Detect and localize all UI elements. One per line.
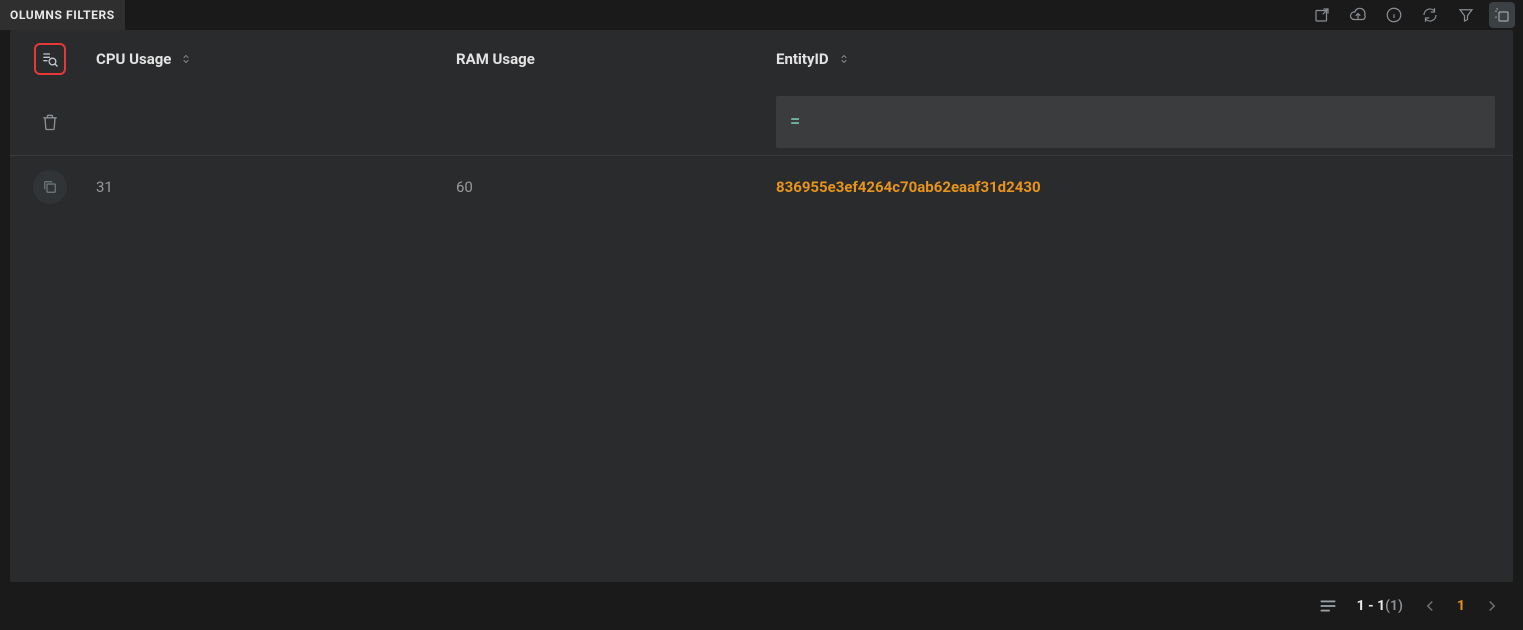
pagination-range: 1 - 1(1): [1357, 598, 1403, 614]
tab-columns-filters[interactable]: OLUMNS FILTERS: [0, 0, 126, 30]
data-table: CPU Usage RAM Usage EntityID =: [10, 30, 1513, 582]
table-row: 31 60 836955e3ef4264c70ab62eaaf31d2430: [10, 156, 1513, 218]
pagination-range-text: 1 - 1: [1357, 598, 1386, 614]
sort-icon: [837, 52, 851, 66]
cloud-upload-icon[interactable]: [1345, 2, 1371, 28]
column-header-cpu-usage[interactable]: CPU Usage: [90, 50, 450, 68]
next-page-button[interactable]: [1483, 597, 1501, 615]
cell-entity-id-link[interactable]: 836955e3ef4264c70ab62eaaf31d2430: [770, 178, 1513, 196]
current-page: 1: [1457, 598, 1465, 614]
column-header-label: CPU Usage: [96, 50, 171, 68]
cell-cpu-usage: 31: [90, 178, 450, 196]
refresh-icon[interactable]: [1417, 2, 1443, 28]
clear-filters-button[interactable]: [40, 112, 60, 132]
filter-icon[interactable]: [1453, 2, 1479, 28]
column-header-entity-id[interactable]: EntityID: [770, 50, 1513, 68]
column-header-ram-usage[interactable]: RAM Usage: [450, 50, 770, 68]
column-header-label: RAM Usage: [456, 50, 535, 68]
filter-input-entity-id[interactable]: =: [776, 96, 1495, 148]
rows-per-page-icon[interactable]: [1317, 595, 1339, 617]
info-icon[interactable]: [1381, 2, 1407, 28]
copy-row-button[interactable]: [33, 170, 67, 204]
pagination-bar: 1 - 1(1) 1: [0, 582, 1523, 630]
filter-operator: =: [790, 111, 800, 132]
pagination-total: (1): [1385, 598, 1403, 614]
sort-icon: [179, 52, 193, 66]
layout-icon[interactable]: [1489, 2, 1515, 28]
cell-ram-usage: 60: [450, 178, 770, 196]
prev-page-button[interactable]: [1421, 597, 1439, 615]
export-icon[interactable]: [1309, 2, 1335, 28]
search-list-icon[interactable]: [34, 43, 66, 75]
column-header-label: EntityID: [776, 50, 829, 68]
